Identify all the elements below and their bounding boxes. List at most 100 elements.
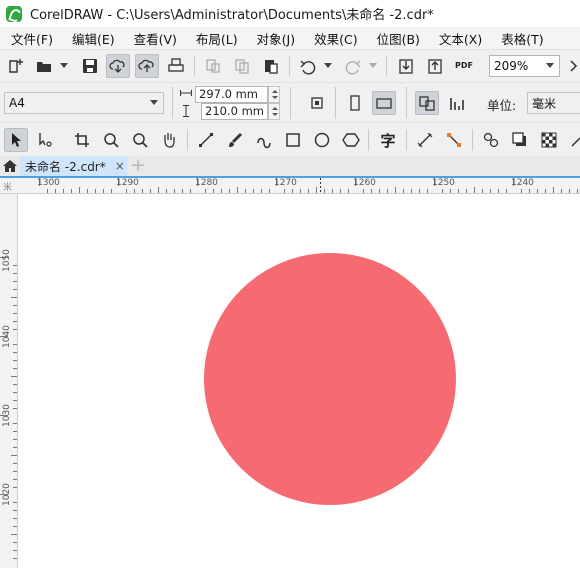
toolbar-divider	[194, 56, 195, 76]
toolbar-divider	[368, 129, 369, 151]
toolbar-divider	[406, 87, 407, 119]
units-label: 单位:	[487, 98, 517, 113]
property-bar: A4 297.0 mm 210.0 mm 单位: 毫米	[0, 82, 580, 122]
toolbar-divider	[289, 56, 290, 76]
text-tool-glyph: 字	[380, 131, 396, 150]
menu-bar: 文件(F) 编辑(E) 查看(V) 布局(L) 对象(J) 效果(C) 位图(B…	[0, 27, 580, 49]
ruler-label: 1290	[116, 178, 139, 188]
toolbox: 字	[0, 122, 580, 156]
menu-effects[interactable]: 效果(C)	[314, 29, 357, 48]
page-width-field[interactable]: 297.0 mm	[195, 86, 268, 103]
chevron-down-icon	[145, 93, 163, 113]
ruler-label: 1250	[432, 178, 455, 188]
redo-icon[interactable]	[341, 54, 365, 78]
crop-tool-icon[interactable]	[70, 128, 94, 152]
current-page-settings-icon[interactable]	[305, 91, 329, 115]
freehand-tool-icon[interactable]	[194, 128, 218, 152]
polygon-tool-icon[interactable]	[339, 128, 363, 152]
paste-icon[interactable]	[259, 54, 283, 78]
new-document-icon[interactable]	[4, 54, 28, 78]
open-folder-icon[interactable]	[32, 54, 56, 78]
toolbar-divider	[290, 87, 291, 119]
page-height-field[interactable]: 210.0 mm	[201, 103, 268, 120]
standard-toolbar: PDF 209%	[0, 49, 580, 82]
close-icon[interactable]: ×	[115, 159, 125, 173]
menu-layout[interactable]: 布局(L)	[196, 29, 238, 48]
rectangle-tool-icon[interactable]	[281, 128, 305, 152]
drop-shadow-icon[interactable]	[508, 128, 532, 152]
undo-list-chevron-icon[interactable]	[324, 62, 332, 70]
ruler-label: 1020	[2, 483, 12, 506]
cloud-upload-icon[interactable]	[135, 54, 159, 78]
home-icon[interactable]	[2, 158, 18, 174]
menu-view[interactable]: 查看(V)	[134, 29, 177, 48]
undo-icon[interactable]	[296, 54, 320, 78]
save-icon[interactable]	[78, 54, 102, 78]
shape-tool-icon[interactable]	[33, 128, 57, 152]
toolbar-divider	[335, 87, 336, 119]
document-tab-bar: 未命名 -2.cdr* × +	[0, 156, 580, 176]
toolbar-divider	[472, 129, 473, 151]
toolbar-divider	[187, 129, 188, 151]
page-width-stepper[interactable]	[268, 86, 280, 103]
drawing-canvas[interactable]	[19, 194, 580, 568]
ruler-label: 1050	[2, 249, 12, 272]
publish-pdf-icon[interactable]: PDF	[452, 54, 476, 78]
red-circle-shape[interactable]	[204, 253, 456, 505]
portrait-icon[interactable]	[343, 91, 367, 115]
menu-object[interactable]: 对象(J)	[257, 29, 295, 48]
window-title: CorelDRAW - C:\Users\Administrator\Docum…	[30, 8, 434, 23]
menu-file[interactable]: 文件(F)	[11, 29, 53, 48]
add-tab-button[interactable]: +	[130, 156, 146, 176]
coreldraw-app-icon	[6, 5, 22, 22]
zoom-level-dropdown[interactable]: 209%	[489, 55, 560, 77]
ruler-label: 1270	[274, 178, 297, 188]
text-tool-icon[interactable]: 字	[376, 128, 400, 152]
cut-icon[interactable]	[201, 54, 225, 78]
zoom-tool-icon[interactable]	[99, 128, 123, 152]
export-icon[interactable]	[423, 54, 447, 78]
ruler-label: 1300	[37, 178, 60, 188]
page-height-icon	[178, 103, 194, 119]
pen-curve-icon[interactable]	[252, 128, 276, 152]
pdf-label: PDF	[455, 61, 473, 70]
units-value: 毫米	[532, 96, 557, 111]
cloud-download-icon[interactable]	[106, 54, 130, 78]
landscape-icon[interactable]	[372, 91, 396, 115]
ellipse-tool-icon[interactable]	[310, 128, 334, 152]
connector-tool-icon[interactable]	[442, 128, 466, 152]
copy-icon[interactable]	[230, 54, 254, 78]
toolbar-divider	[406, 129, 407, 151]
ruler-label: 1260	[353, 178, 376, 188]
transparency-icon[interactable]	[537, 128, 561, 152]
menu-bitmaps[interactable]: 位图(B)	[377, 29, 420, 48]
eyedropper-icon[interactable]	[566, 128, 580, 152]
search-icon[interactable]	[128, 128, 152, 152]
current-page-icon[interactable]	[445, 91, 469, 115]
pan-hand-icon[interactable]	[157, 128, 181, 152]
chevron-down-icon	[541, 56, 559, 76]
document-tab-name: 未命名 -2.cdr*	[25, 159, 106, 174]
toolbar-divider	[172, 87, 173, 119]
pick-tool-icon[interactable]	[4, 128, 28, 152]
menu-text[interactable]: 文本(X)	[439, 29, 482, 48]
page-height-stepper[interactable]	[268, 103, 280, 120]
launch-icon[interactable]	[562, 54, 580, 78]
page-size-dropdown[interactable]: A4	[4, 92, 164, 114]
menu-edit[interactable]: 编辑(E)	[72, 29, 115, 48]
ruler-label: 1280	[195, 178, 218, 188]
all-pages-icon[interactable]	[415, 91, 439, 115]
vertical-ruler[interactable]: 1050 1040 1030 1020	[0, 194, 18, 568]
units-dropdown[interactable]: 毫米	[527, 92, 580, 114]
document-tab[interactable]: 未命名 -2.cdr* ×	[20, 156, 127, 176]
import-icon[interactable]	[394, 54, 418, 78]
redo-list-chevron-icon[interactable]	[369, 62, 377, 70]
blend-tool-icon[interactable]	[479, 128, 503, 152]
ruler-label: 1030	[2, 404, 12, 427]
print-icon[interactable]	[164, 54, 188, 78]
open-recent-chevron-icon[interactable]	[60, 62, 68, 70]
menu-table[interactable]: 表格(T)	[501, 29, 543, 48]
artistic-media-icon[interactable]	[223, 128, 247, 152]
horizontal-ruler[interactable]: 米 1300 1290 1280 1270 1260 1250 1240	[0, 176, 580, 194]
parallel-dimension-icon[interactable]	[413, 128, 437, 152]
